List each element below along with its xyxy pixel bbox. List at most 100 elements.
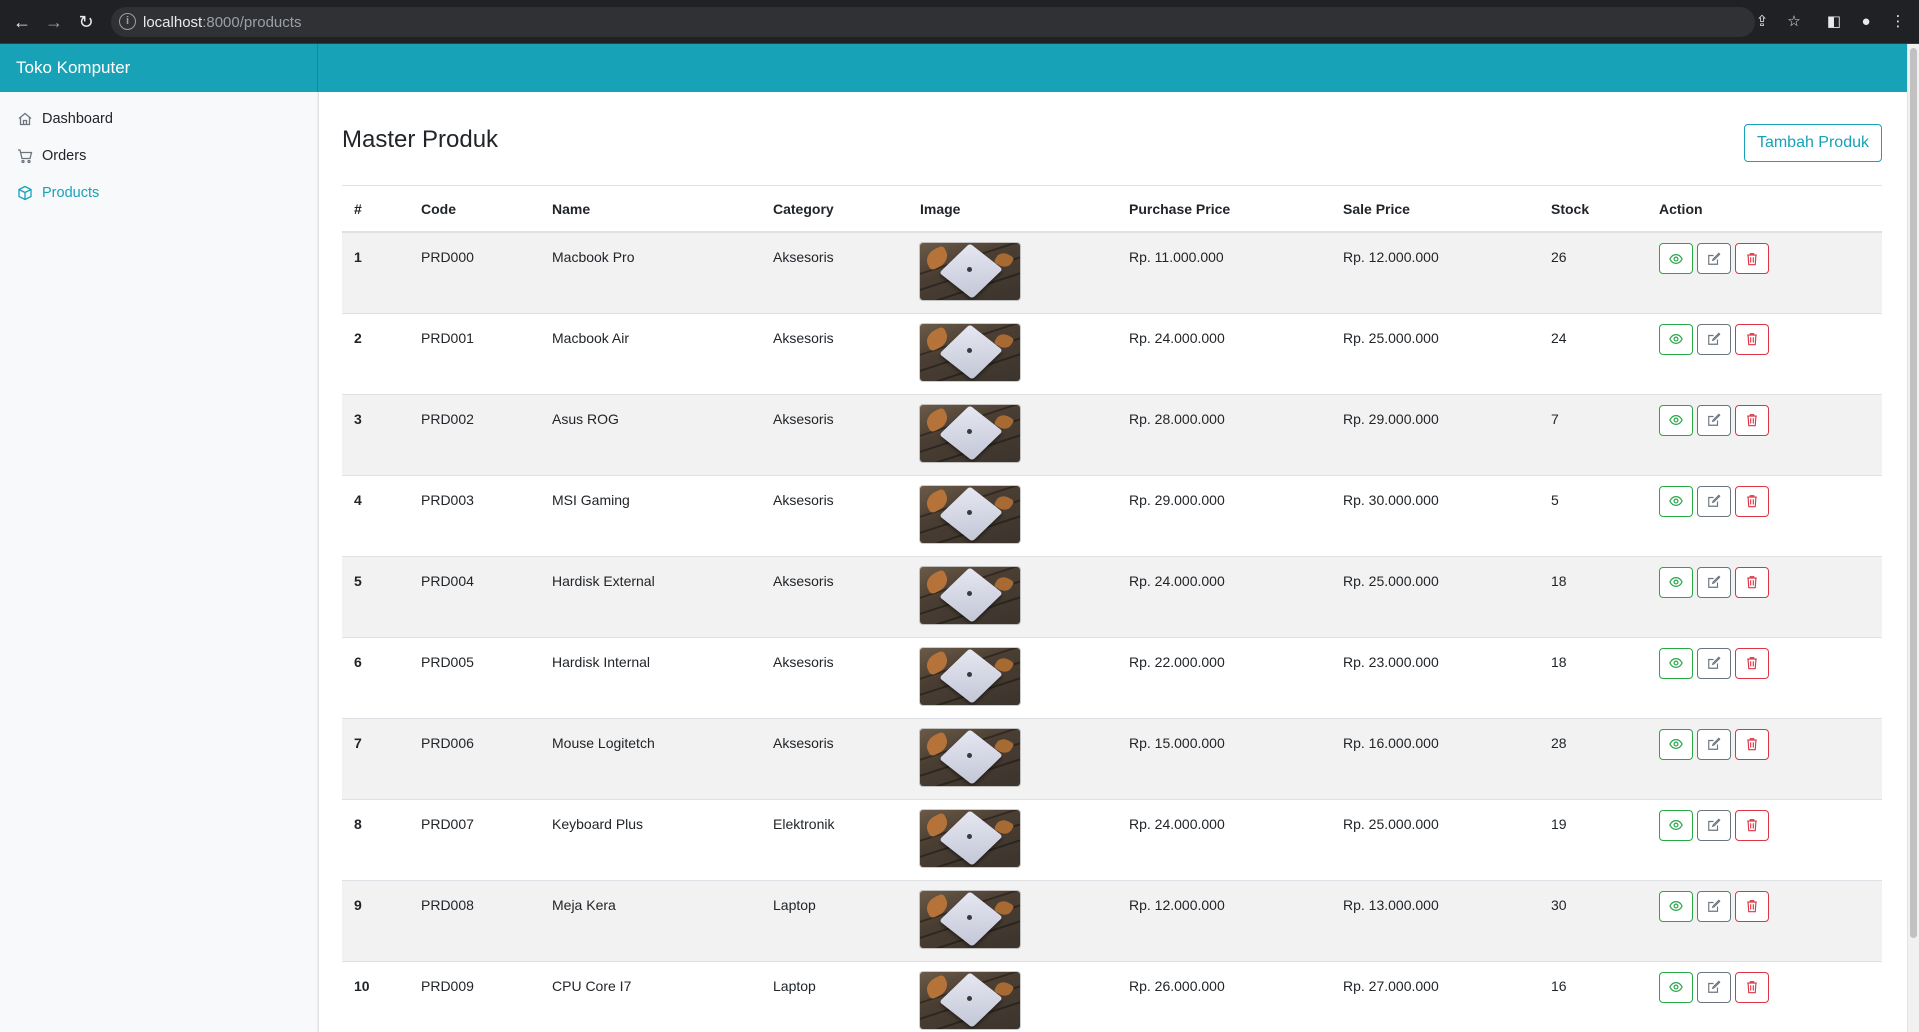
forward-arrow-icon[interactable]: → — [44, 12, 64, 32]
cell-actions — [1647, 960, 1882, 1032]
cell-category: Aksesoris — [761, 636, 908, 718]
row-actions — [1659, 485, 1882, 517]
cell-sale-price: Rp. 30.000.000 — [1331, 474, 1539, 556]
delete-button[interactable] — [1735, 971, 1769, 1003]
reload-icon[interactable]: ↻ — [76, 12, 96, 32]
bookmark-star-icon[interactable]: ☆ — [1784, 12, 1804, 32]
edit-button[interactable] — [1697, 647, 1731, 679]
brand-name[interactable]: Toko Komputer — [0, 44, 318, 92]
sidebar-item-products[interactable]: Products — [0, 174, 318, 211]
cell-code: PRD005 — [409, 636, 540, 718]
cell-category: Laptop — [761, 879, 908, 961]
edit-button[interactable] — [1697, 809, 1731, 841]
cell-stock: 18 — [1539, 555, 1647, 637]
delete-button[interactable] — [1735, 404, 1769, 436]
address-bar[interactable]: i localhost:8000/products — [111, 7, 1755, 37]
cell-image — [908, 636, 1117, 718]
profile-icon[interactable]: ● — [1856, 12, 1876, 32]
view-button[interactable] — [1659, 566, 1693, 598]
trash-icon — [1745, 575, 1759, 589]
delete-button[interactable] — [1735, 566, 1769, 598]
share-icon[interactable]: ⇪ — [1752, 12, 1772, 32]
column-header-action: Action — [1647, 186, 1882, 233]
product-image — [920, 485, 1020, 543]
pencil-icon — [1707, 656, 1721, 670]
view-button[interactable] — [1659, 647, 1693, 679]
menu-kebab-icon[interactable]: ⋮ — [1888, 12, 1908, 32]
cell-purchase-price: Rp. 12.000.000 — [1117, 879, 1331, 961]
edit-button[interactable] — [1697, 243, 1731, 274]
eye-icon — [1669, 818, 1683, 832]
cell-category: Aksesoris — [761, 474, 908, 556]
cell-stock: 16 — [1539, 960, 1647, 1032]
product-image — [920, 809, 1020, 867]
sidebar-item-dashboard[interactable]: Dashboard — [0, 100, 318, 137]
eye-icon — [1669, 494, 1683, 508]
delete-button[interactable] — [1735, 728, 1769, 760]
edit-button[interactable] — [1697, 566, 1731, 598]
back-arrow-icon[interactable]: ← — [12, 12, 32, 32]
cell-image — [908, 312, 1117, 394]
cell-image — [908, 879, 1117, 961]
cell-stock: 18 — [1539, 636, 1647, 718]
title-row: Master Produk Tambah Produk — [342, 92, 1882, 186]
sidebar-item-label: Orders — [42, 147, 87, 164]
scrollbar-thumb[interactable] — [1910, 48, 1917, 938]
cell-name: Macbook Pro — [540, 231, 761, 313]
view-button[interactable] — [1659, 323, 1693, 355]
cell-code: PRD007 — [409, 798, 540, 880]
cell-sale-price: Rp. 29.000.000 — [1331, 393, 1539, 475]
cell-number: 2 — [342, 312, 409, 394]
main-content: Master Produk Tambah Produk # Code Name … — [342, 92, 1882, 1032]
table-row: 8 PRD007 Keyboard Plus Elektronik Rp. 24.000… — [342, 798, 1882, 880]
cell-code: PRD003 — [409, 474, 540, 556]
page-scrollbar[interactable] — [1907, 44, 1919, 1032]
browser-toolbar: ← → ↻ i localhost:8000/products ⇪ ☆ ◧ ● … — [0, 0, 1919, 44]
delete-button[interactable] — [1735, 323, 1769, 355]
delete-button[interactable] — [1735, 890, 1769, 922]
eye-icon — [1669, 252, 1683, 266]
info-icon[interactable]: i — [119, 13, 136, 30]
delete-button[interactable] — [1735, 485, 1769, 517]
delete-button[interactable] — [1735, 243, 1769, 274]
eye-icon — [1669, 332, 1683, 346]
cell-code: PRD009 — [409, 960, 540, 1032]
edit-button[interactable] — [1697, 323, 1731, 355]
edit-button[interactable] — [1697, 971, 1731, 1003]
view-button[interactable] — [1659, 485, 1693, 517]
trash-icon — [1745, 494, 1759, 508]
view-button[interactable] — [1659, 404, 1693, 436]
cell-purchase-price: Rp. 24.000.000 — [1117, 555, 1331, 637]
cell-category: Aksesoris — [761, 555, 908, 637]
sidebar-item-orders[interactable]: Orders — [0, 137, 318, 174]
cell-image — [908, 231, 1117, 313]
trash-icon — [1745, 332, 1759, 346]
cell-code: PRD006 — [409, 717, 540, 799]
view-button[interactable] — [1659, 243, 1693, 274]
cell-category: Aksesoris — [761, 717, 908, 799]
product-image — [920, 566, 1020, 624]
view-button[interactable] — [1659, 809, 1693, 841]
delete-button[interactable] — [1735, 809, 1769, 841]
trash-icon — [1745, 980, 1759, 994]
cell-number: 8 — [342, 798, 409, 880]
eye-icon — [1669, 980, 1683, 994]
trash-icon — [1745, 413, 1759, 427]
app-header: Toko Komputer — [0, 44, 1907, 92]
delete-button[interactable] — [1735, 647, 1769, 679]
add-product-button[interactable]: Tambah Produk — [1743, 124, 1882, 162]
edit-button[interactable] — [1697, 404, 1731, 436]
view-button[interactable] — [1659, 728, 1693, 760]
cell-image — [908, 393, 1117, 475]
edit-button[interactable] — [1697, 890, 1731, 922]
edit-button[interactable] — [1697, 485, 1731, 517]
side-panel-icon[interactable]: ◧ — [1824, 12, 1844, 32]
table-row: 5 PRD004 Hardisk External Aksesoris Rp. 24.0… — [342, 555, 1882, 637]
cell-name: CPU Core I7 — [540, 960, 761, 1032]
edit-button[interactable] — [1697, 728, 1731, 760]
eye-icon — [1669, 413, 1683, 427]
cell-sale-price: Rp. 12.000.000 — [1331, 231, 1539, 313]
view-button[interactable] — [1659, 890, 1693, 922]
product-image — [920, 971, 1020, 1029]
view-button[interactable] — [1659, 971, 1693, 1003]
